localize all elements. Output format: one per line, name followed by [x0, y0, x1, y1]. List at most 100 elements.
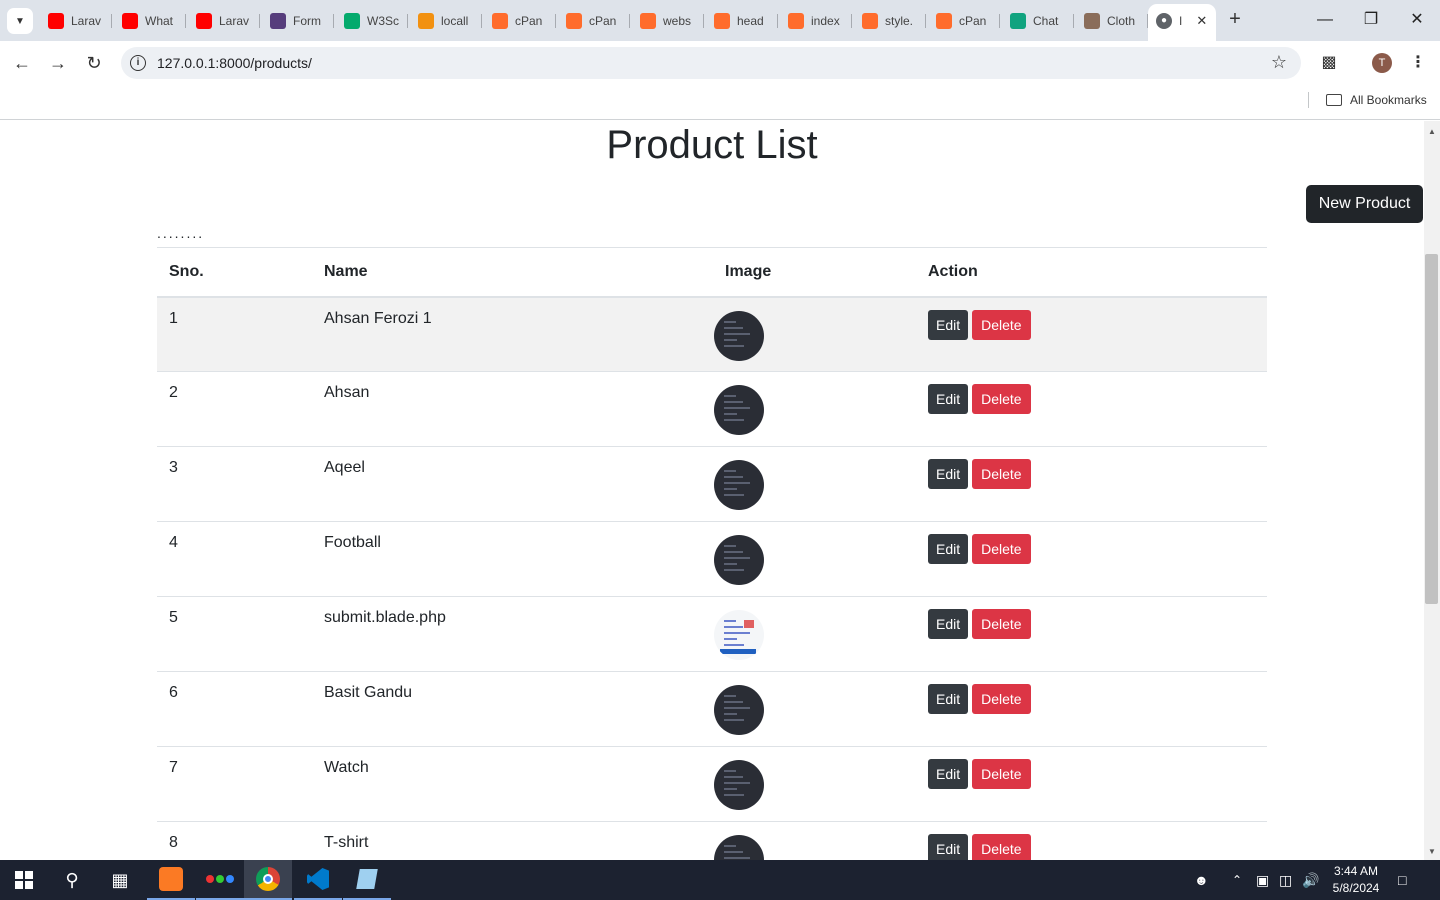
url-text[interactable]: 127.0.0.1:8000/products/ — [157, 55, 312, 71]
clock-time: 3:44 AM — [1333, 864, 1379, 878]
chrome-icon[interactable] — [244, 860, 292, 900]
maximize-icon[interactable]: ❐ — [1360, 9, 1382, 31]
tab-search-button[interactable]: ▼ — [7, 8, 33, 34]
reload-icon[interactable]: ↻ — [82, 51, 106, 75]
cell-name: T-shirt — [312, 821, 713, 860]
chevron-up-icon[interactable]: ⌃ — [1232, 860, 1242, 900]
cell-image — [713, 446, 916, 522]
cell-image — [713, 746, 916, 822]
edit-button[interactable]: Edit — [928, 834, 969, 860]
extensions-icon[interactable]: ▩ — [1317, 51, 1341, 75]
tab[interactable]: Chat — [1002, 8, 1074, 34]
xampp-icon[interactable] — [147, 860, 195, 900]
w3schools-icon — [344, 13, 360, 29]
delete-button[interactable]: Delete — [972, 534, 1031, 564]
security-icon[interactable]: ▣ — [1256, 860, 1269, 900]
back-icon[interactable]: ← — [10, 51, 34, 75]
tab-label: cPan — [515, 14, 543, 28]
tab[interactable]: W3Sc — [336, 8, 408, 34]
notification-icon[interactable]: □ — [1398, 860, 1406, 900]
tab[interactable]: Form — [262, 8, 334, 34]
delete-button[interactable]: Delete — [972, 684, 1031, 714]
edit-button[interactable]: Edit — [928, 759, 969, 789]
tab-label: webs — [663, 14, 692, 28]
product-image — [714, 535, 764, 585]
table-row: 6 Basit Gandu Edit Delete — [157, 671, 1267, 747]
task-view-icon[interactable]: ▦ — [96, 860, 144, 900]
tab[interactable]: Cloth — [1076, 8, 1148, 34]
network-icon[interactable]: ◫ — [1279, 860, 1292, 900]
vscode-icon[interactable] — [294, 860, 342, 900]
search-icon[interactable]: ⚲ — [48, 860, 96, 900]
tab[interactable]: What — [114, 8, 186, 34]
cell-sno: 6 — [157, 671, 312, 747]
tab[interactable]: Larav — [188, 8, 260, 34]
volume-icon[interactable]: 🔊 — [1302, 860, 1319, 900]
windows-start-icon[interactable] — [0, 860, 48, 900]
delete-button[interactable]: Delete — [972, 609, 1031, 639]
delete-button[interactable]: Delete — [972, 834, 1031, 860]
cell-sno: 5 — [157, 596, 312, 672]
people-icon[interactable]: ☻ — [1194, 860, 1209, 900]
table-row: 3 Aqeel Edit Delete — [157, 446, 1267, 522]
product-image — [714, 835, 764, 860]
delete-button[interactable]: Delete — [972, 384, 1031, 414]
menu-icon[interactable]: ⋮ — [1406, 51, 1430, 75]
edit-button[interactable]: Edit — [928, 459, 969, 489]
tab-active[interactable]: ● I ✕ — [1148, 4, 1216, 41]
system-clock[interactable]: 3:44 AM 5/8/2024 — [1326, 863, 1386, 897]
table-row: 1 Ahsan Ferozi 1 Edit Delete — [157, 296, 1267, 372]
tab[interactable]: Larav — [40, 8, 112, 34]
notepad-icon[interactable] — [343, 860, 391, 900]
address-bar[interactable]: i 127.0.0.1:8000/products/ ☆ — [121, 47, 1301, 79]
close-window-icon[interactable]: ✕ — [1406, 9, 1428, 31]
cell-sno: 1 — [157, 296, 312, 372]
product-image — [714, 385, 764, 435]
tab[interactable]: cPan — [558, 8, 630, 34]
all-bookmarks-button[interactable]: All Bookmarks — [1326, 93, 1427, 107]
minimize-icon[interactable]: — — [1314, 9, 1336, 31]
delete-button[interactable]: Delete — [972, 459, 1031, 489]
edit-button[interactable]: Edit — [928, 534, 969, 564]
scrollbar-thumb[interactable] — [1425, 254, 1438, 604]
forward-icon[interactable]: → — [46, 51, 70, 75]
edit-button[interactable]: Edit — [928, 309, 969, 340]
bookmarks-bar: All Bookmarks — [0, 85, 1440, 120]
close-icon[interactable]: ✕ — [1196, 13, 1207, 29]
tab[interactable]: style. — [854, 8, 926, 34]
delete-button[interactable]: Delete — [972, 309, 1031, 340]
tab-label: Form — [293, 14, 321, 28]
tab-label: Larav — [219, 14, 250, 28]
tab[interactable]: cPan — [928, 8, 1000, 34]
new-product-button[interactable]: New Product — [1306, 185, 1423, 223]
scroll-up-icon[interactable]: ▲ — [1428, 127, 1436, 136]
table-row: 5 submit.blade.php Edit Delete — [157, 596, 1267, 672]
edit-button[interactable]: Edit — [928, 609, 969, 639]
tab[interactable]: index — [780, 8, 852, 34]
folder-icon — [1326, 94, 1342, 106]
edit-button[interactable]: Edit — [928, 684, 969, 714]
cell-name: Ahsan Ferozi 1 — [312, 296, 713, 372]
new-tab-button[interactable]: + — [1224, 9, 1246, 31]
tab[interactable]: webs — [632, 8, 704, 34]
edit-button[interactable]: Edit — [928, 384, 969, 414]
davinci-icon[interactable] — [196, 860, 244, 900]
tab-label: Chat — [1033, 14, 1059, 28]
products-table: Sno. Name Image Action 1 Ahsan Ferozi 1 Ed… — [157, 247, 1267, 860]
site-info-icon[interactable]: i — [130, 55, 146, 71]
cell-sno: 2 — [157, 371, 312, 447]
delete-button[interactable]: Delete — [972, 759, 1031, 789]
avatar[interactable]: T — [1372, 53, 1392, 73]
tab[interactable]: head — [706, 8, 778, 34]
cell-name: Basit Gandu — [312, 671, 713, 747]
taskbar: ⚲ ▦ ☻ ⌃ ▣ ◫ 🔊 3:44 AM 5/8/2024 □ — [0, 860, 1440, 900]
column-header-name: Name — [312, 247, 713, 298]
tab[interactable]: locall — [410, 8, 482, 34]
table-row: 8 T-shirt Edit Delete — [157, 821, 1267, 860]
cpanel-icon — [936, 13, 952, 29]
tab-label: locall — [441, 14, 469, 28]
cell-name: Watch — [312, 746, 713, 822]
bookmark-star-icon[interactable]: ☆ — [1271, 52, 1287, 73]
scroll-down-icon[interactable]: ▼ — [1428, 847, 1436, 856]
tab[interactable]: cPan — [484, 8, 556, 34]
